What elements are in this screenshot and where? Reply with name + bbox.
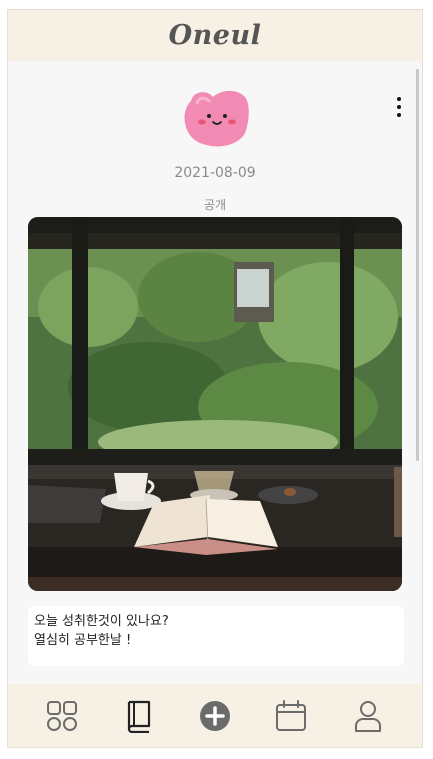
calendar-icon (276, 699, 307, 731)
plus-circle-icon (199, 700, 230, 731)
app-title: Oneul (168, 20, 262, 51)
app-header: Oneul (8, 10, 422, 61)
post-photo (28, 217, 402, 591)
post-date: 2021-08-09 (174, 165, 256, 181)
bottom-tab-bar (8, 684, 422, 747)
tab-book[interactable] (119, 696, 159, 736)
more-options-button[interactable] (393, 95, 405, 119)
grid-icon (47, 700, 78, 731)
tab-grid[interactable] (42, 696, 82, 736)
pink-heart-face-icon (184, 90, 249, 147)
tab-calendar[interactable] (271, 696, 311, 736)
scrollbar[interactable] (416, 69, 419, 461)
more-dot-icon (397, 105, 401, 109)
post-detail: 2021-08-09 공개 오늘 성취한것이 있나요? 열심히 공부한날 ! (8, 61, 422, 685)
app-frame: Oneul 2021-08-09 공개 오늘 성취한것이 있나요? 열심히 공부… (7, 9, 423, 748)
tab-profile[interactable] (348, 696, 388, 736)
more-dot-icon (397, 97, 401, 101)
more-dot-icon (397, 113, 401, 117)
visibility-label: 공개 (203, 198, 227, 212)
book-icon (127, 700, 150, 733)
user-icon (354, 700, 381, 732)
post-text-line: 열심히 공부한날 ! (34, 633, 132, 648)
post-text-card: 오늘 성취한것이 있나요? 열심히 공부한날 ! (28, 606, 404, 666)
tab-add[interactable] (195, 696, 235, 736)
post-text-line: 오늘 성취한것이 있나요? (34, 614, 169, 629)
